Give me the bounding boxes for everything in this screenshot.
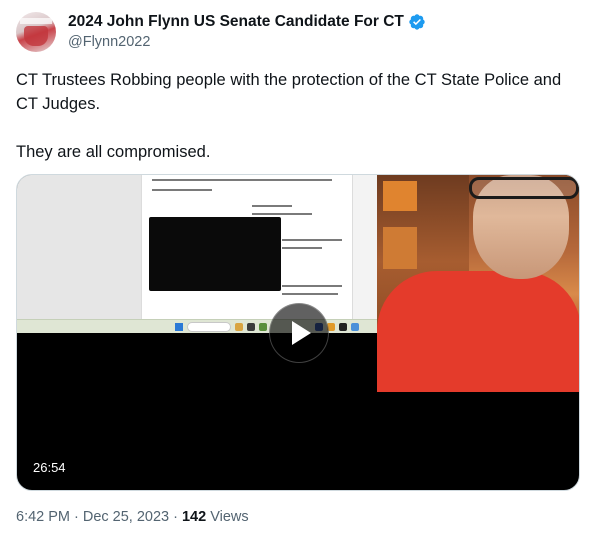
webcam-person-shirt (377, 271, 579, 392)
webcam-person-glasses (469, 177, 579, 199)
tweet-paragraph: CT Trustees Robbing people with the prot… (16, 71, 562, 113)
taskbar-search (187, 322, 231, 332)
verified-badge-icon[interactable] (408, 13, 426, 31)
video-frame-webcam (377, 175, 579, 392)
views-label: Views (210, 509, 249, 525)
views-count: 142 (181, 509, 207, 525)
document-line (282, 293, 338, 295)
play-button[interactable] (269, 303, 329, 363)
avatar-detail (20, 18, 52, 24)
tweet-text: CT Trustees Robbing people with the prot… (16, 68, 586, 164)
taskbar-app-icon (247, 323, 255, 331)
tweet-timestamp[interactable]: 6:42 PM · Dec 25, 2023 (16, 509, 169, 525)
document-line (152, 179, 332, 181)
taskbar-app-icon (339, 323, 347, 331)
avatar[interactable] (16, 12, 56, 52)
views-link[interactable]: 142 Views (182, 509, 249, 525)
display-name[interactable]: 2024 John Flynn US Senate Candidate For … (68, 13, 404, 31)
document-line (252, 205, 292, 207)
video-duration: 26:54 (25, 457, 74, 479)
webcam-book (383, 227, 417, 269)
meta-separator: · (74, 509, 79, 525)
play-icon (292, 321, 311, 345)
author-handle[interactable]: @Flynn2022 (68, 34, 150, 50)
author-name-row: 2024 John Flynn US Senate Candidate For … (68, 13, 426, 31)
document-line (282, 247, 322, 249)
meta-separator: · (173, 509, 178, 525)
video-player[interactable]: 26:54 (16, 174, 580, 491)
document-line (282, 239, 342, 241)
taskbar-app-icon (235, 323, 243, 331)
tweet-paragraph: They are all compromised. (16, 143, 211, 161)
tweet-date: Dec 25, 2023 (82, 509, 170, 525)
redaction-box (149, 217, 281, 291)
webcam-book (383, 181, 417, 211)
document-line (252, 213, 312, 215)
document-line (282, 285, 342, 287)
taskbar-app-icon (351, 323, 359, 331)
document-line (152, 189, 212, 191)
tweet-meta: 6:42 PM · Dec 25, 2023 · 142 Views (16, 509, 249, 525)
screen-left-panel (17, 175, 141, 319)
windows-icon (175, 323, 183, 331)
video-frame-screen-share (17, 175, 379, 333)
taskbar-app-icon (259, 323, 267, 331)
tweet-time: 6:42 PM (16, 509, 70, 525)
avatar-detail (24, 26, 48, 46)
